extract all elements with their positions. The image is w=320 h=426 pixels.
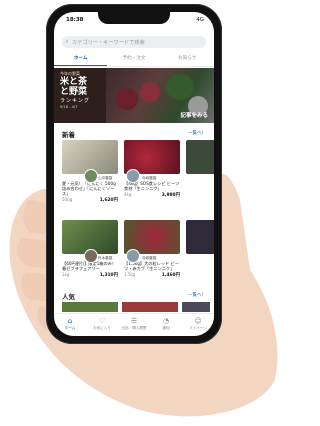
nav-notifications[interactable]: ◔ 通知 [150,314,182,336]
search-placeholder: カテゴリー・キーワードで検索 [72,39,145,46]
product-price: 1,310円 [99,273,118,278]
banner-date: 9/18 - 4/7 [60,105,78,109]
popular-section-more-link[interactable]: 一覧へ〉 [188,292,206,298]
avatar [126,249,140,263]
app-screen: 18:38 4G ⌕ カテゴリー・キーワードで検索 ホーム 予約・注文 お知らせ… [54,12,214,336]
product-image [186,140,214,174]
signal-indicator: 4G [196,17,204,23]
banner-title-1: 米と茶 [60,77,88,87]
tab-home[interactable]: ホーム [54,52,108,66]
bell-icon: ◔ [162,317,170,325]
product-title: 夏・元気！「にんにく 500g詰め合わせ」「にんにくソース」 [62,181,116,196]
search-input[interactable]: ⌕ カテゴリー・キーワードで検索 [62,36,206,48]
status-bar: 18:38 4G [54,15,214,27]
search-icon: ⌕ [65,38,69,45]
product-card[interactable] [186,220,214,254]
list-icon: ☰ [130,317,138,325]
new-section-more-link[interactable]: 一覧へ〉 [188,130,206,136]
banner-text: 今年の野菜 米と茶 と野菜 ランキング 9/18 - 4/7 [60,71,104,120]
top-tabs: ホーム 予約・注文 お知らせ [54,52,214,67]
banner-subtitle: ランキング [60,98,90,104]
shop-name: 寺嶋農園 [142,256,157,260]
product-card[interactable] [186,140,214,174]
bottom-nav: ⌂ ホーム ♡ お気に入り ☰ 出品・購入履歴 ◔ 通知 ☺ マイページ [54,313,214,336]
tab-notices[interactable]: お知らせ [161,52,214,66]
product-price: 3,980円 [161,193,180,198]
new-section-title: 新着 [62,131,75,139]
banner-cta[interactable]: 記事をみる [180,111,208,119]
promo-banner[interactable]: 今年の野菜 米と茶 と野菜 ランキング 9/18 - 4/7 記事をみる [54,68,214,123]
banner-title-2: と野菜 [60,87,88,97]
nav-mypage[interactable]: ☺ マイページ [182,314,214,336]
tab-orders[interactable]: 予約・注文 [107,52,160,66]
product-price: 1,620円 [99,198,118,203]
shop-name: 山中農園 [98,176,113,180]
product-weight: 500g [62,197,73,202]
nav-history[interactable]: ☰ 出品・購入履歴 [118,314,150,336]
popular-section-title: 人気 [62,293,75,301]
product-price: 1,460円 [161,273,180,278]
home-icon: ⌂ [67,317,73,325]
product-weight: 1.5kg [124,272,136,277]
nav-home[interactable]: ⌂ ホーム [54,314,86,336]
product-image [186,220,214,254]
product-weight: 4kg [124,192,132,197]
shop-name: 寺嶋農園 [142,176,157,180]
heart-icon: ♡ [98,317,106,325]
avatar [126,169,140,183]
avatar [84,169,98,183]
popular-thumbs [62,302,214,312]
nav-favorites[interactable]: ♡ お気に入り [86,314,118,336]
shop-name: 鈴木農園 [98,256,113,260]
status-time: 18:38 [66,17,84,23]
avatar [84,249,98,263]
user-icon: ☺ [194,317,202,325]
product-weight: 1kg [62,272,70,277]
